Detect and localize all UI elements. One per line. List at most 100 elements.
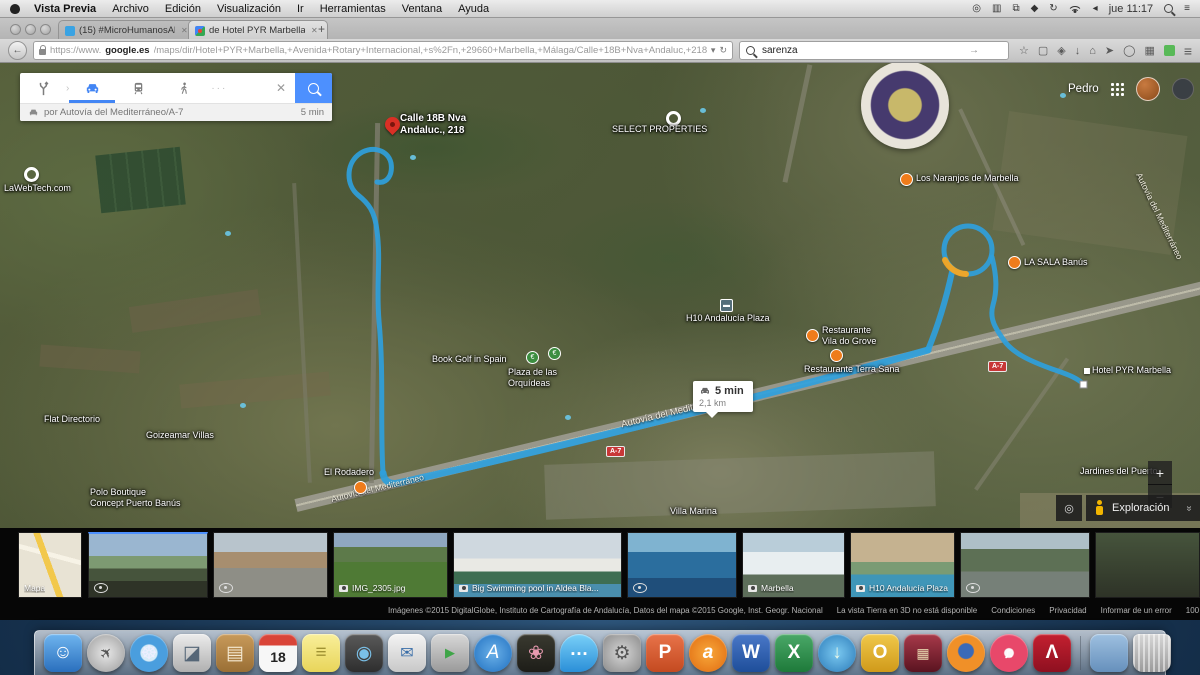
dock-icon-firefox[interactable]: [947, 634, 985, 672]
window-minimize-button[interactable]: [25, 24, 36, 35]
menu-bar-clock[interactable]: jue 11:17: [1109, 3, 1153, 15]
thumbnail-map[interactable]: Mapa: [18, 532, 82, 598]
thumbnail-streetview[interactable]: [627, 532, 737, 598]
more-modes-icon[interactable]: ···: [211, 83, 227, 94]
poi-label[interactable]: Goizeamar Villas: [146, 430, 214, 441]
thumbnail-photo[interactable]: H10 Andalucía Plaza: [850, 532, 955, 598]
thumbnail-photo[interactable]: IMG_2305.jpg: [333, 532, 448, 598]
avatar[interactable]: [1136, 77, 1160, 101]
hamburger-menu-icon[interactable]: ≡: [1184, 43, 1192, 59]
dock-icon-safari[interactable]: ☸: [130, 634, 168, 672]
share-icon[interactable]: ➤: [1105, 44, 1114, 57]
tab-close-icon[interactable]: ✕: [181, 26, 188, 35]
spotlight-icon[interactable]: [1164, 4, 1173, 13]
dock-icon-dvd-player[interactable]: ▦: [904, 634, 942, 672]
thumbnail-streetview[interactable]: [960, 532, 1090, 598]
menu-ayuda[interactable]: Ayuda: [450, 3, 497, 15]
poi-label[interactable]: Los Naranjos de Marbella: [916, 173, 1019, 184]
window-zoom-button[interactable]: [40, 24, 51, 35]
apple-logo-icon[interactable]: [10, 4, 20, 14]
walking-mode-tab[interactable]: [161, 73, 207, 103]
url-field[interactable]: https://www.google.es/maps/dir/Hotel+PYR…: [33, 41, 733, 60]
dock-icon-app-store[interactable]: A: [474, 634, 512, 672]
status-icon-1[interactable]: ◎: [972, 3, 981, 14]
notification-center-icon[interactable]: ≡: [1184, 3, 1190, 14]
sync-icon[interactable]: ↻: [1049, 3, 1057, 14]
thumbnail-streetview[interactable]: [88, 532, 208, 598]
route-time-bubble[interactable]: 5 min 2,1 km: [693, 381, 753, 412]
poi-marker[interactable]: [354, 481, 367, 494]
route-mode-icon[interactable]: [20, 73, 66, 103]
google-maps-satellite-view[interactable]: Calle 18B Nva Andaluc., 218 LaWebTech.co…: [0, 63, 1200, 528]
poi-label[interactable]: Restaurante Vila do Grove: [822, 325, 876, 347]
terms-link[interactable]: Condiciones: [991, 606, 1035, 615]
poi-label[interactable]: H10 Andalucía Plaza: [686, 313, 770, 324]
dock-icon-outlook[interactable]: O: [861, 634, 899, 672]
dock-icon-iphoto[interactable]: ❀: [517, 634, 555, 672]
dock-icon-facetime[interactable]: ▶: [431, 634, 469, 672]
poi-marker[interactable]: [900, 173, 913, 186]
menu-app-name[interactable]: Vista Previa: [26, 3, 104, 15]
driving-mode-tab[interactable]: [69, 73, 115, 103]
extension-green-icon[interactable]: [1164, 45, 1175, 56]
menu-edicion[interactable]: Edición: [157, 3, 209, 15]
dock-icon-itunes[interactable]: ♫: [990, 634, 1028, 672]
close-directions-icon[interactable]: ✕: [267, 81, 295, 95]
extension-grid-icon[interactable]: ▦: [1144, 44, 1154, 57]
reading-list-icon[interactable]: ▢: [1038, 44, 1048, 57]
directions-search-button[interactable]: [295, 73, 332, 103]
search-input[interactable]: [760, 44, 964, 57]
dock-icon-preview[interactable]: ◪: [173, 634, 211, 672]
new-tab-button[interactable]: +: [318, 22, 325, 36]
menu-archivo[interactable]: Archivo: [104, 3, 157, 15]
poi-label[interactable]: LA SALA Banús: [1024, 257, 1088, 268]
lodging-marker[interactable]: ▬: [720, 299, 733, 312]
dock-icon-excel[interactable]: X: [775, 634, 813, 672]
reload-icon[interactable]: ↻: [719, 45, 727, 56]
thumbnail-photo[interactable]: Marbella: [742, 532, 845, 598]
poi-label[interactable]: Flat Directorio: [44, 414, 100, 425]
poi-label[interactable]: Polo Boutique Concept Puerto Banús: [90, 487, 181, 509]
thumbnail-streetview[interactable]: [1095, 532, 1200, 598]
dock-icon-photo-booth[interactable]: ◉: [345, 634, 383, 672]
menu-ventana[interactable]: Ventana: [394, 3, 450, 15]
dock-icon-powerpoint[interactable]: P: [646, 634, 684, 672]
thumbnail-photo[interactable]: Big Swimming pool in Aldea Bla...: [453, 532, 622, 598]
search-go-icon[interactable]: →: [969, 45, 979, 56]
collapse-chevron-icon[interactable]: »: [1184, 505, 1195, 511]
account-name[interactable]: Pedro: [1068, 83, 1099, 95]
restaurant-marker[interactable]: [806, 329, 819, 342]
menu-ir[interactable]: Ir: [289, 3, 312, 15]
search-bar[interactable]: →: [739, 41, 1009, 60]
status-icon-3[interactable]: ⧉: [1012, 3, 1019, 14]
thumbnail-streetview[interactable]: [213, 532, 328, 598]
minimap-toggle-button[interactable]: ◎: [1056, 495, 1082, 521]
poi-label[interactable]: Book Golf in Spain: [432, 354, 507, 365]
status-icon-4[interactable]: ◆: [1031, 3, 1039, 14]
downloads-icon[interactable]: ↓: [1075, 45, 1081, 57]
secondary-avatar[interactable]: [1172, 78, 1194, 100]
privacy-link[interactable]: Privacidad: [1049, 606, 1086, 615]
wifi-icon[interactable]: [1069, 4, 1082, 13]
route-summary-row[interactable]: por Autovía del Mediterráneo/A-7 5 min: [20, 103, 332, 121]
report-error-link[interactable]: Informar de un error: [1101, 606, 1172, 615]
explore-bar[interactable]: Exploración »: [1086, 495, 1200, 521]
volume-icon[interactable]: ◂: [1093, 3, 1098, 14]
url-dropdown-icon[interactable]: ▾: [711, 45, 716, 56]
bookmark-star-icon[interactable]: ☆: [1019, 44, 1029, 57]
apps-grid-icon[interactable]: [1111, 83, 1124, 96]
poi-label[interactable]: Restaurante Terra Sana: [804, 364, 899, 375]
window-close-button[interactable]: [10, 24, 21, 35]
hotel-marker[interactable]: [1084, 368, 1090, 374]
status-icon-2[interactable]: ▥: [992, 3, 1001, 14]
dock-icon-avast[interactable]: a: [689, 634, 727, 672]
dock-icon-word[interactable]: W: [732, 634, 770, 672]
dock-icon-trash[interactable]: [1133, 634, 1171, 672]
poi-label[interactable]: Plaza de las Orquídeas: [508, 367, 557, 389]
poi-label[interactable]: LaWebTech.com: [4, 183, 71, 194]
tab-close-icon[interactable]: ✕: [311, 26, 318, 35]
dock-icon-mail[interactable]: ✉: [388, 634, 426, 672]
dock-icon-downloads-folder[interactable]: [1090, 634, 1128, 672]
pegman-icon[interactable]: [1094, 500, 1104, 516]
golf-marker[interactable]: €: [526, 351, 539, 364]
